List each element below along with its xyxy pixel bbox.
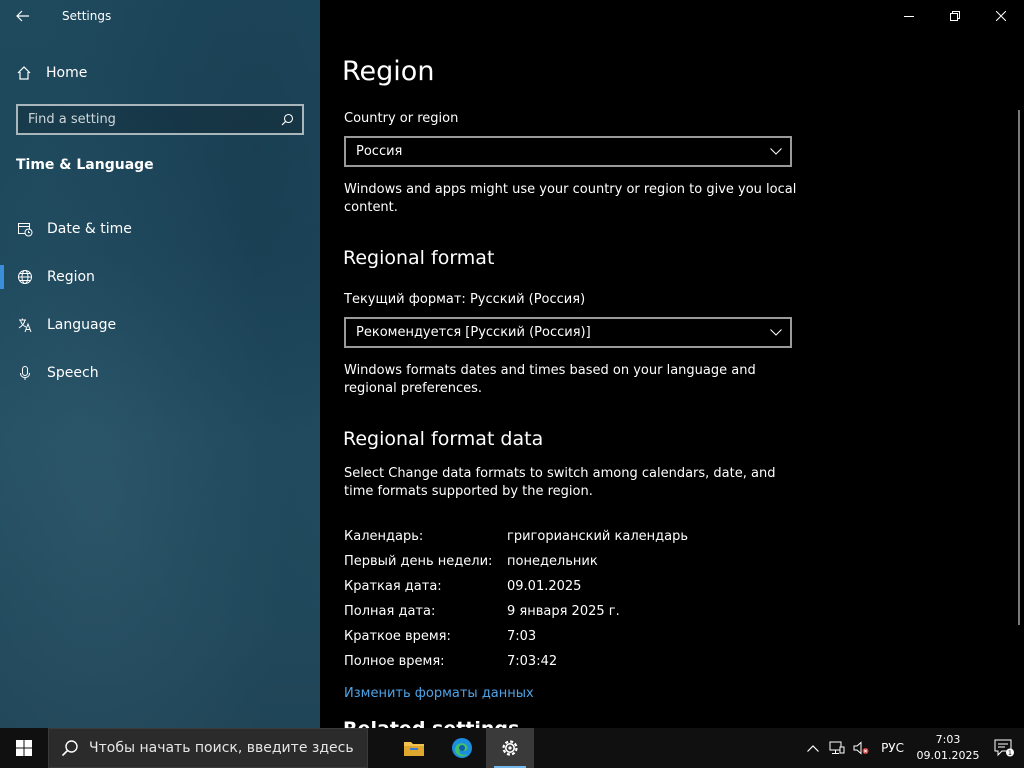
sidebar-nav: Date & time Region Language Speech (0, 205, 320, 397)
taskbar: Чтобы начать поиск, введите здесь РУС 7:… (0, 728, 1024, 768)
minimize-button[interactable] (886, 0, 932, 32)
chevron-down-icon (770, 148, 782, 155)
app-title: Settings (62, 9, 112, 23)
scrollbar[interactable] (1018, 110, 1020, 625)
search-icon (61, 740, 78, 757)
notification-icon: 1 (994, 739, 1014, 757)
format-value: 7:03 (507, 629, 537, 644)
language-icon (16, 317, 33, 334)
format-data-row: Краткая дата: 09.01.2025 (344, 574, 688, 599)
sidebar-item-label: Speech (47, 365, 99, 381)
restore-button[interactable] (932, 0, 978, 32)
country-label: Country or region (344, 111, 459, 126)
calendar-clock-icon (16, 221, 33, 238)
format-key: Первый день недели: (344, 554, 493, 569)
find-setting-search[interactable] (16, 104, 304, 135)
format-value: 9 января 2025 г. (507, 604, 620, 619)
title-bar: Settings (0, 0, 320, 32)
clock-time: 7:03 (935, 733, 961, 746)
regional-format-dropdown[interactable]: Рекомендуется [Русский (Россия)] (344, 317, 792, 348)
search-input[interactable] (28, 112, 268, 127)
regional-format-value: Рекомендуется [Русский (Россия)] (356, 325, 591, 340)
sidebar-item-label: Date & time (47, 221, 132, 237)
close-icon (996, 11, 1006, 21)
edge-icon (452, 738, 472, 758)
format-data-row: Полная дата: 9 января 2025 г. (344, 599, 688, 624)
file-explorer-button[interactable] (390, 728, 438, 768)
format-value: 7:03:42 (507, 654, 558, 669)
system-tray: РУС 7:03 09.01.2025 1 (801, 728, 1024, 768)
sidebar-item-language[interactable]: Language (0, 301, 320, 349)
home-label: Home (46, 65, 88, 81)
volume-muted-icon (853, 741, 869, 755)
globe-icon (16, 269, 33, 286)
format-key: Краткое время: (344, 629, 451, 644)
minimize-icon (904, 16, 914, 17)
page-title: Region (342, 56, 435, 87)
format-key: Календарь: (344, 529, 424, 544)
settings-sidebar: Settings Home Time & Language Date & tim… (0, 0, 320, 728)
format-key: Полное время: (344, 654, 445, 669)
close-button[interactable] (978, 0, 1024, 32)
chevron-up-icon (807, 744, 819, 752)
gear-icon (502, 740, 518, 756)
sidebar-item-label: Language (47, 317, 117, 333)
country-dropdown[interactable]: Россия (344, 136, 792, 167)
sidebar-item-speech[interactable]: Speech (0, 349, 320, 397)
microphone-icon (16, 365, 33, 382)
related-settings-heading: Related settings (343, 718, 519, 728)
show-hidden-icons-button[interactable] (801, 728, 825, 768)
window-controls (886, 0, 1024, 32)
format-data-description: Select Change data formats to switch amo… (344, 466, 776, 499)
windows-logo-icon (16, 740, 32, 756)
search-icon (281, 113, 294, 126)
start-button[interactable] (0, 728, 48, 768)
restore-icon (950, 11, 960, 21)
format-value: 09.01.2025 (507, 579, 582, 594)
format-key: Полная дата: (344, 604, 436, 619)
change-data-formats-link[interactable]: Изменить форматы данных (344, 686, 534, 701)
format-data-table: Календарь: григорианский календарь Первы… (344, 524, 688, 674)
regional-format-heading: Regional format (343, 247, 495, 269)
country-description: Windows and apps might use your country … (344, 182, 797, 215)
folder-icon (404, 742, 424, 756)
home-nav-item[interactable]: Home (16, 60, 87, 86)
taskbar-search[interactable]: Чтобы начать поиск, введите здесь (48, 728, 368, 768)
format-value: григорианский календарь (507, 529, 689, 544)
regional-format-description: Windows formats dates and times based on… (344, 363, 756, 396)
section-title: Time & Language (16, 157, 154, 173)
taskbar-search-placeholder: Чтобы начать поиск, введите здесь (89, 740, 354, 756)
format-data-row: Первый день недели: понедельник (344, 549, 688, 574)
notification-count: 1 (1008, 749, 1012, 757)
country-value: Россия (356, 144, 403, 159)
clock[interactable]: 7:03 09.01.2025 (912, 732, 984, 764)
action-center-button[interactable]: 1 (984, 728, 1024, 768)
edge-browser-button[interactable] (438, 728, 486, 768)
format-data-row: Календарь: григорианский календарь (344, 524, 688, 549)
back-arrow-icon (16, 10, 29, 22)
network-button[interactable] (825, 728, 849, 768)
sidebar-item-date-time[interactable]: Date & time (0, 205, 320, 253)
settings-app-button[interactable] (486, 728, 534, 768)
regional-format-data-heading: Regional format data (343, 428, 544, 450)
sidebar-item-label: Region (47, 269, 95, 285)
chevron-down-icon (770, 329, 782, 336)
format-value: понедельник (507, 554, 598, 569)
back-button[interactable] (0, 0, 46, 32)
current-format-label: Текущий формат: Русский (Россия) (344, 292, 586, 307)
format-key: Краткая дата: (344, 579, 442, 594)
clock-date: 09.01.2025 (916, 749, 980, 762)
home-icon (17, 66, 31, 80)
format-data-row: Краткое время: 7:03 (344, 624, 688, 649)
input-language-indicator[interactable]: РУС (873, 741, 912, 755)
format-data-row: Полное время: 7:03:42 (344, 649, 688, 674)
volume-button[interactable] (849, 728, 873, 768)
network-icon (829, 741, 845, 754)
main-content: Region Country or region Россия Windows … (320, 0, 1024, 728)
sidebar-item-region[interactable]: Region (0, 253, 320, 301)
